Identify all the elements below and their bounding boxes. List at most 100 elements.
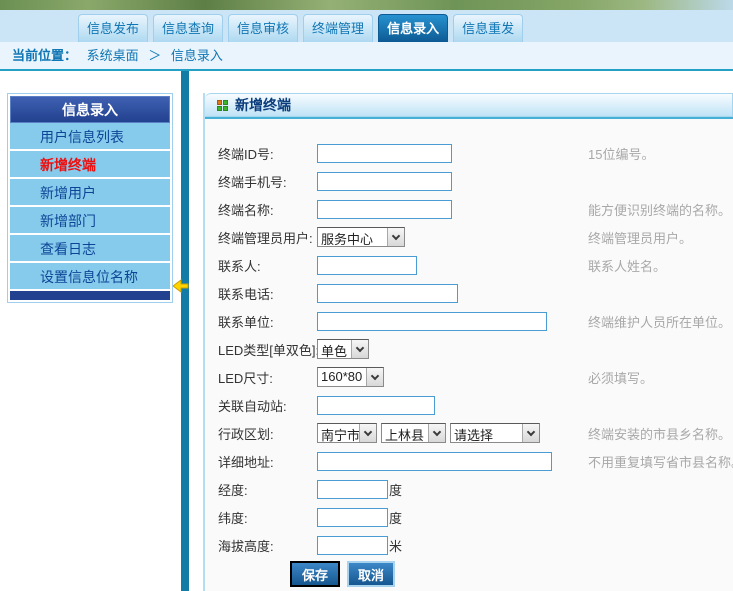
- latitude-unit: 度: [389, 508, 402, 527]
- sidebar-title: 信息录入: [10, 96, 170, 123]
- terminal-name-label: 终端名称:: [218, 200, 317, 219]
- sidebar-item-user-list[interactable]: 用户信息列表: [10, 123, 170, 151]
- breadcrumb-prefix: 当前位置：: [12, 48, 77, 63]
- sidebar-item-new-user[interactable]: 新增用户: [10, 179, 170, 207]
- latitude-input[interactable]: [317, 508, 388, 527]
- region-county-select[interactable]: 上林县: [381, 423, 446, 443]
- led-type-select[interactable]: 单色: [317, 339, 369, 359]
- contact-org-hint: 终端维护人员所在单位。: [588, 312, 731, 331]
- longitude-unit: 度: [389, 480, 402, 499]
- contact-org-input[interactable]: [317, 312, 547, 331]
- region-county-selected-value: 上林县: [382, 424, 428, 442]
- form-row-contact-phone: 联系电话:: [205, 279, 733, 307]
- header-photo-banner: [0, 0, 733, 10]
- sidebar-item-set-slot-name[interactable]: 设置信息位名称: [10, 263, 170, 291]
- panel-splitter[interactable]: [181, 71, 189, 591]
- region-hint: 终端安装的市县乡名称。: [588, 424, 731, 443]
- save-button[interactable]: 保存: [290, 561, 340, 587]
- address-field: [317, 452, 588, 471]
- admin-user-select[interactable]: 服务中心: [317, 227, 405, 247]
- led-size-hint: 必须填写。: [588, 368, 653, 387]
- led-size-label: LED尺寸:: [218, 368, 317, 387]
- contact-phone-field: [317, 284, 588, 303]
- auto-station-input[interactable]: [317, 396, 435, 415]
- main-panel: 新增终端 终端ID号:15位编号。终端手机号:终端名称:能方便识别终端的名称。终…: [203, 93, 733, 591]
- sidebar-item-new-dept[interactable]: 新增部门: [10, 207, 170, 235]
- tab-fabu[interactable]: 信息发布: [78, 14, 148, 42]
- terminal-phone-label: 终端手机号:: [218, 172, 317, 191]
- form-row-terminal-name: 终端名称: 能方便识别终端的名称。: [205, 195, 733, 223]
- chevron-down-icon[interactable]: [366, 368, 383, 386]
- led-type-selected-value: 单色: [318, 340, 351, 358]
- contact-org-field: [317, 312, 588, 331]
- terminal-id-field: [317, 144, 588, 163]
- terminal-name-hint: 能方便识别终端的名称。: [588, 200, 731, 219]
- form-row-terminal-id: 终端ID号:15位编号。: [205, 139, 733, 167]
- breadcrumb: 当前位置： 系统桌面 ＞ 信息录入: [0, 42, 733, 69]
- panel-header: 新增终端: [205, 93, 733, 117]
- altitude-label: 海拔高度:: [218, 536, 317, 555]
- terminal-name-input[interactable]: [317, 200, 452, 219]
- tab-luru[interactable]: 信息录入: [378, 14, 448, 42]
- form-row-address: 详细地址:不用重复填写省市县名称。: [205, 447, 733, 475]
- sidebar-item-view-log[interactable]: 查看日志: [10, 235, 170, 263]
- terminal-phone-input[interactable]: [317, 172, 452, 191]
- contact-field: [317, 256, 588, 275]
- auto-station-field: [317, 396, 588, 415]
- led-type-field: 单色: [317, 339, 588, 359]
- tab-shenhe[interactable]: 信息审核: [228, 14, 298, 42]
- form-row-longitude: 经度: 度: [205, 475, 733, 503]
- chevron-down-icon[interactable]: [522, 424, 539, 442]
- form-row-terminal-phone: 终端手机号:: [205, 167, 733, 195]
- form-row-latitude: 纬度:度: [205, 503, 733, 531]
- chevron-down-icon[interactable]: [359, 424, 376, 442]
- address-label: 详细地址:: [218, 452, 317, 471]
- cancel-button[interactable]: 取消: [347, 561, 395, 587]
- tab-bar: 信息发布信息查询信息审核终端管理信息录入信息重发: [0, 10, 733, 42]
- terminal-id-label: 终端ID号:: [218, 144, 317, 163]
- admin-user-hint: 终端管理员用户。: [588, 228, 692, 247]
- region-city-select[interactable]: 南宁市: [317, 423, 377, 443]
- sidebar: 信息录入 用户信息列表新增终端新增用户新增部门查看日志设置信息位名称: [7, 93, 173, 303]
- region-label: 行政区划:: [218, 424, 317, 443]
- altitude-unit: 米: [389, 536, 402, 555]
- tab-chaxun[interactable]: 信息查询: [153, 14, 223, 42]
- admin-user-label: 终端管理员用户:: [218, 228, 317, 247]
- sidebar-menu: 用户信息列表新增终端新增用户新增部门查看日志设置信息位名称: [10, 123, 170, 291]
- region-town-selected-value: 请选择: [451, 424, 522, 442]
- longitude-input[interactable]: [317, 480, 388, 499]
- collapse-arrow-icon[interactable]: [172, 279, 189, 293]
- contact-label: 联系人:: [218, 256, 317, 275]
- region-town-select[interactable]: 请选择: [450, 423, 540, 443]
- contact-input[interactable]: [317, 256, 417, 275]
- form-row-led-size: LED尺寸:160*80 必须填写。: [205, 363, 733, 391]
- chevron-down-icon[interactable]: [387, 228, 404, 246]
- led-type-label: LED类型[单双色]:: [218, 340, 317, 359]
- grid-icon: [217, 100, 228, 111]
- tab-zhongduan[interactable]: 终端管理: [303, 14, 373, 42]
- chevron-down-icon[interactable]: [428, 424, 445, 442]
- latitude-field: 度: [317, 508, 588, 527]
- tab-chongfa[interactable]: 信息重发: [453, 14, 523, 42]
- altitude-input[interactable]: [317, 536, 388, 555]
- page-title: 新增终端: [235, 95, 291, 115]
- form-row-led-type: LED类型[单双色]:单色: [205, 335, 733, 363]
- new-terminal-form: 终端ID号:15位编号。终端手机号:终端名称:能方便识别终端的名称。终端管理员用…: [205, 119, 733, 591]
- breadcrumb-separator: ＞: [148, 48, 161, 63]
- sidebar-footer: [10, 291, 170, 300]
- led-size-select[interactable]: 160*80: [317, 367, 384, 387]
- chevron-down-icon[interactable]: [351, 340, 368, 358]
- sidebar-item-new-terminal[interactable]: 新增终端: [10, 151, 170, 179]
- terminal-id-input[interactable]: [317, 144, 452, 163]
- region-field: 南宁市上林县 请选择: [317, 423, 588, 443]
- breadcrumb-home-link[interactable]: 系统桌面: [87, 48, 139, 63]
- form-row-altitude: 海拔高度: 米: [205, 531, 733, 559]
- longitude-label: 经度:: [218, 480, 317, 499]
- contact-org-label: 联系单位:: [218, 312, 317, 331]
- auto-station-label: 关联自动站:: [218, 396, 317, 415]
- contact-phone-input[interactable]: [317, 284, 458, 303]
- form-row-contact: 联系人:联系人姓名。: [205, 251, 733, 279]
- longitude-field: 度: [317, 480, 588, 499]
- divider-line: [0, 69, 733, 71]
- address-input[interactable]: [317, 452, 552, 471]
